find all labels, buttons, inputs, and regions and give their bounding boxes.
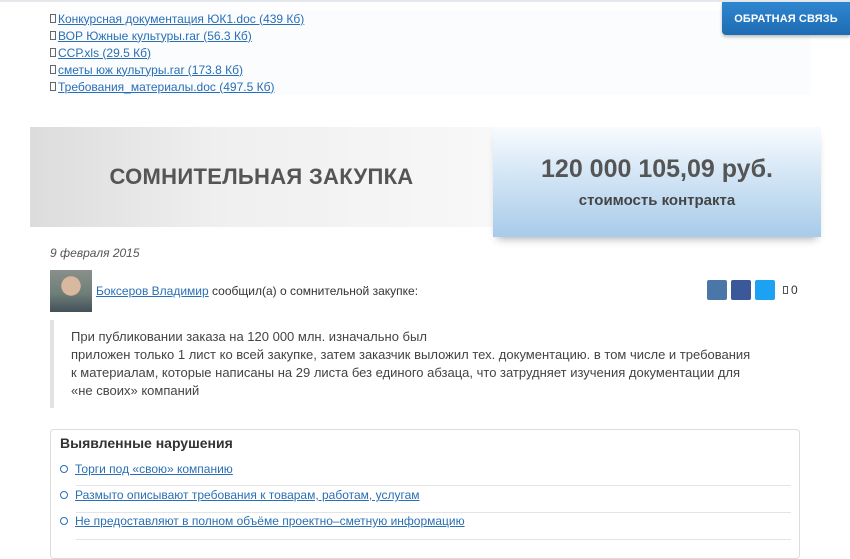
vk-share-icon[interactable]: [707, 280, 727, 300]
file-link[interactable]: ВОР Южные культуры.rar (56.3 Кб): [58, 29, 252, 43]
file-icon: [50, 82, 56, 91]
file-link[interactable]: сметы юж культуры.rar (173.8 Кб): [58, 63, 243, 77]
facebook-share-icon[interactable]: [731, 280, 751, 300]
file-link[interactable]: Требования_материалы.doc (497.5 Кб): [58, 80, 274, 94]
banner-title: СОМНИТЕЛЬНАЯ ЗАКУПКА: [109, 164, 414, 189]
contract-price-panel: 120 000 105,09 руб. стоимость контракта: [493, 127, 821, 237]
share-count-icon: [783, 286, 788, 294]
file-item: ССР.xls (29.5 Кб): [50, 44, 810, 61]
file-icon: [50, 48, 56, 57]
bullet-circle-icon: [60, 491, 68, 499]
feedback-button[interactable]: ОБРАТНАЯ СВЯЗЬ: [722, 2, 850, 35]
report-text: При публиковании заказа на 120 000 млн. …: [50, 320, 771, 408]
contract-price: 120 000 105,09 руб.: [541, 155, 773, 183]
violations-title: Выявленные нарушения: [60, 435, 233, 451]
contract-price-label: стоимость контракта: [578, 192, 736, 209]
reporter-action: сообщил(а) о сомнительной закупке:: [208, 284, 419, 298]
file-item: Конкурсная документация ЮК1.doc (439 Кб): [50, 10, 810, 27]
file-item: Требования_материалы.doc (497.5 Кб): [50, 78, 810, 95]
violations-panel: Выявленные нарушения Торги под «свою» ко…: [50, 429, 800, 559]
share-buttons: 0: [707, 280, 798, 300]
file-icon: [50, 14, 56, 23]
report-text-line: «не своих» компаний: [71, 383, 200, 398]
report-text-line: приложен только 1 лист ко всей закупке, …: [71, 347, 751, 362]
violation-item: Торги под «свою» компанию: [60, 456, 792, 482]
violation-item: Размыто описывают требования к товарам, …: [60, 482, 792, 508]
violation-link[interactable]: Торги под «свою» компанию: [75, 462, 233, 476]
file-link[interactable]: Конкурсная документация ЮК1.doc (439 Кб): [58, 12, 304, 26]
bullet-circle-icon: [60, 517, 68, 525]
reporter-line: Боксеров Владимир сообщил(а) о сомнитель…: [96, 284, 418, 298]
file-item: сметы юж культуры.rar (173.8 Кб): [50, 61, 810, 78]
file-item: ВОР Южные культуры.rar (56.3 Кб): [50, 27, 810, 44]
suspicious-purchase-banner: СОМНИТЕЛЬНАЯ ЗАКУПКА: [30, 127, 493, 227]
author-link[interactable]: Боксеров Владимир: [96, 284, 209, 298]
file-icon: [50, 31, 56, 40]
report-date: 9 февраля 2015: [50, 246, 140, 260]
file-link[interactable]: ССР.xls (29.5 Кб): [58, 46, 151, 60]
file-icon: [50, 65, 56, 74]
divider: [76, 539, 791, 540]
violation-item: Не предоставляют в полном объёме проектн…: [60, 508, 792, 534]
bullet-circle-icon: [60, 465, 68, 473]
avatar: [50, 270, 92, 312]
share-count: 0: [791, 283, 798, 297]
report-text-line: к материалам, которые написаны на 29 лис…: [71, 365, 741, 380]
attached-files-list: Конкурсная документация ЮК1.doc (439 Кб)…: [50, 10, 810, 95]
report-text-line: При публиковании заказа на 120 000 млн. …: [71, 329, 427, 344]
violation-link[interactable]: Не предоставляют в полном объёме проектн…: [75, 514, 465, 528]
twitter-share-icon[interactable]: [755, 280, 775, 300]
violation-link[interactable]: Размыто описывают требования к товарам, …: [75, 488, 420, 502]
